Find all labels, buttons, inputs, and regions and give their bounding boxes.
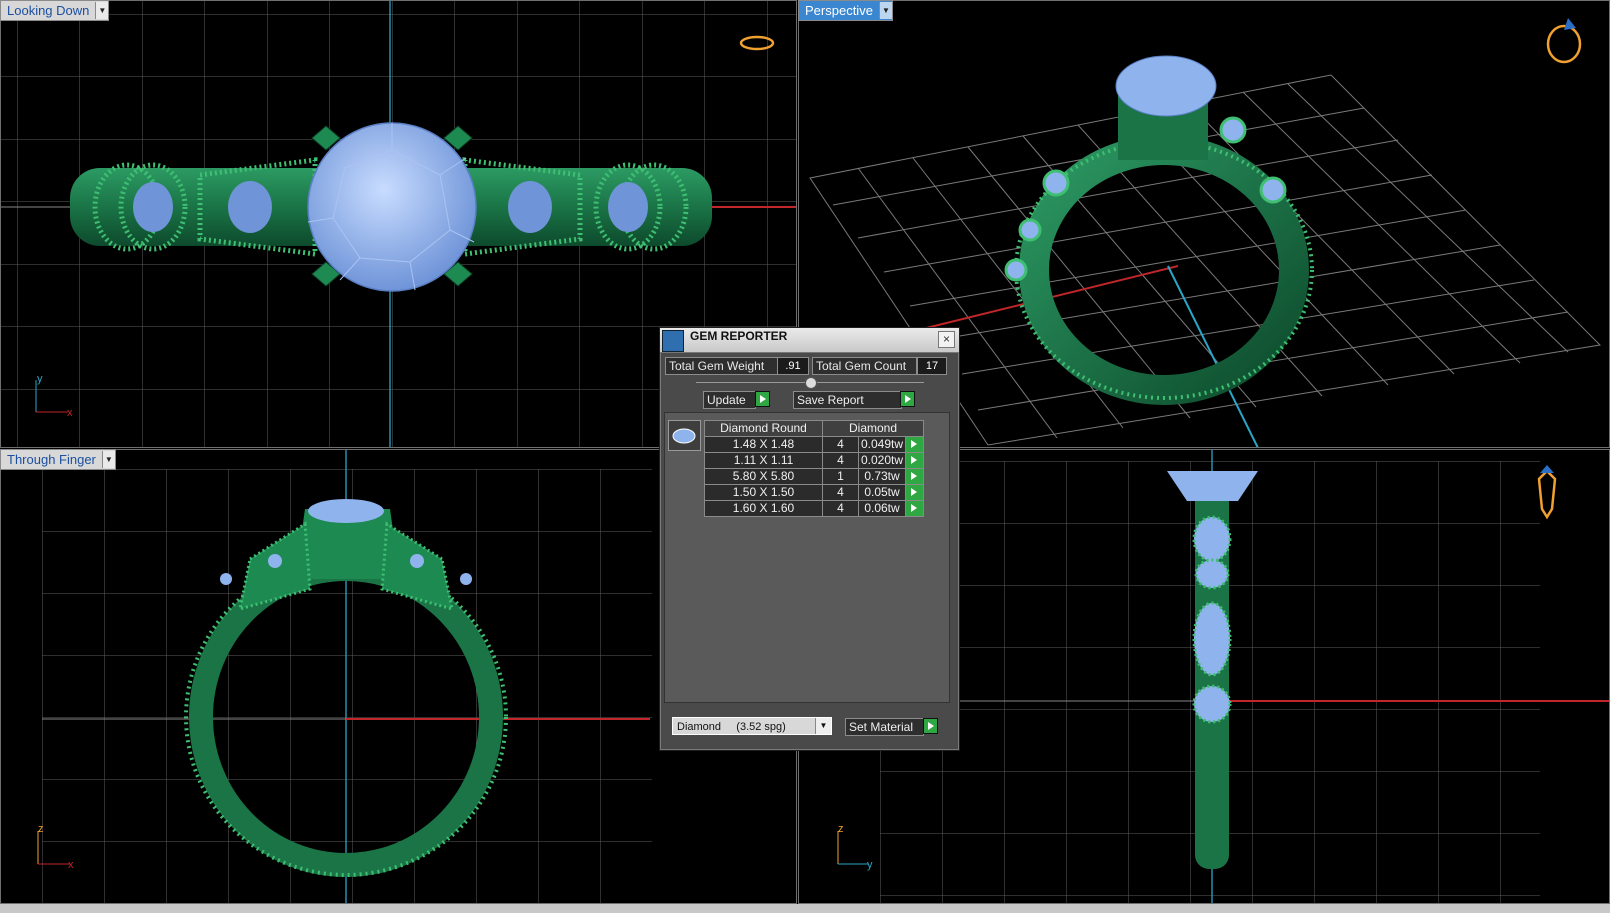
close-icon[interactable]: × bbox=[938, 331, 955, 348]
gem-reporter-dialog: GEM REPORTER × Total Gem Weight .91 Tota… bbox=[659, 327, 960, 751]
dialog-title: GEM REPORTER bbox=[690, 329, 788, 343]
set-material-go-icon[interactable] bbox=[923, 718, 938, 734]
set-material-button[interactable]: Set Material bbox=[845, 718, 924, 736]
table-row[interactable]: 5.80 X 5.80 1 0.73tw bbox=[704, 468, 924, 485]
viewport-label-through-finger[interactable]: Through Finger ▼ bbox=[0, 449, 116, 470]
axis-x-label: x bbox=[67, 407, 73, 419]
row-go-icon[interactable] bbox=[905, 452, 924, 469]
axis-z-label: z bbox=[838, 823, 844, 835]
table-row[interactable]: 1.60 X 1.60 4 0.06tw bbox=[704, 500, 924, 517]
gem-table: Diamond Round Diamond 1.48 X 1.48 4 0.04… bbox=[704, 420, 924, 517]
table-row[interactable]: 1.50 X 1.50 4 0.05tw bbox=[704, 484, 924, 501]
total-gem-weight-value: .91 bbox=[777, 357, 809, 375]
row-go-icon[interactable] bbox=[905, 468, 924, 485]
dialog-titlebar[interactable]: GEM REPORTER × bbox=[660, 328, 959, 353]
viewport-label-perspective[interactable]: Perspective ▼ bbox=[798, 0, 893, 21]
axis-x-label: x bbox=[68, 859, 74, 871]
status-strip bbox=[0, 904, 1610, 913]
save-report-go-icon[interactable] bbox=[900, 391, 915, 407]
viewport-label-looking-down[interactable]: Looking Down ▼ bbox=[0, 0, 110, 21]
diamond-round-icon bbox=[668, 420, 701, 451]
save-report-button[interactable]: Save Report bbox=[793, 391, 902, 409]
chevron-down-icon[interactable]: ▼ bbox=[101, 451, 115, 468]
total-gem-count-label: Total Gem Count bbox=[812, 357, 917, 375]
total-gem-count-value: 17 bbox=[917, 357, 947, 375]
update-button[interactable]: Update bbox=[703, 391, 756, 409]
row-go-icon[interactable] bbox=[905, 484, 924, 501]
chevron-down-icon[interactable]: ▼ bbox=[95, 2, 109, 19]
axis-y-label: y bbox=[867, 859, 873, 871]
update-go-icon[interactable] bbox=[755, 391, 770, 407]
gem-reporter-icon bbox=[662, 330, 684, 352]
material-select[interactable]: Diamond (3.52 spg) ▼ bbox=[672, 717, 832, 735]
table-row[interactable]: 1.11 X 1.11 4 0.020tw bbox=[704, 452, 924, 469]
axis-y-label: y bbox=[37, 373, 43, 385]
axis-z-label: z bbox=[38, 823, 44, 835]
col-header-material: Diamond bbox=[822, 420, 924, 437]
col-header-shape: Diamond Round bbox=[704, 420, 823, 437]
row-go-icon[interactable] bbox=[905, 436, 924, 453]
splitter-handle[interactable] bbox=[805, 377, 817, 389]
table-row[interactable]: 1.48 X 1.48 4 0.049tw bbox=[704, 436, 924, 453]
chevron-down-icon[interactable]: ▼ bbox=[878, 2, 892, 19]
chevron-down-icon[interactable]: ▼ bbox=[815, 718, 831, 734]
row-go-icon[interactable] bbox=[905, 500, 924, 517]
total-gem-weight-label: Total Gem Weight bbox=[665, 357, 778, 375]
